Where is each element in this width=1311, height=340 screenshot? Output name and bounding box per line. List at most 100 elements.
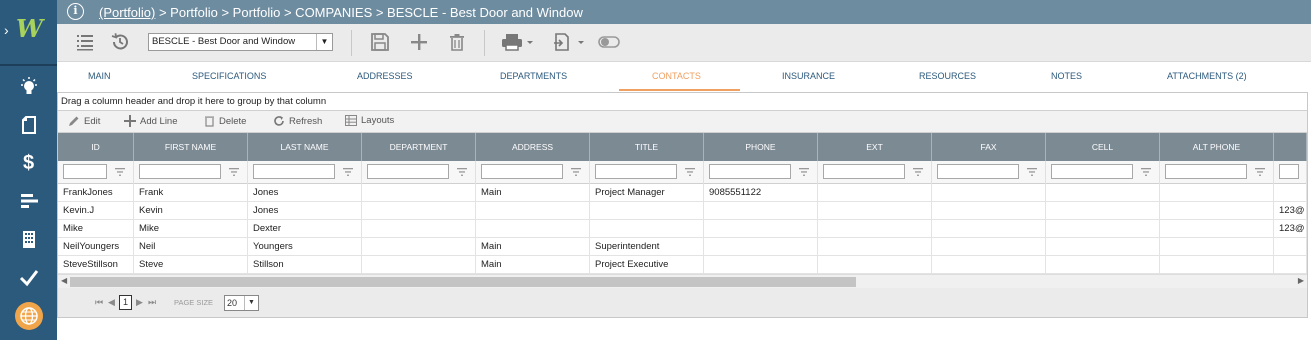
table-cell[interactable]: FrankJones (58, 184, 134, 202)
scroll-left-arrow-icon[interactable]: ◀ (61, 276, 67, 285)
history-button[interactable] (108, 30, 132, 54)
table-cell[interactable] (818, 202, 932, 220)
tab-addresses[interactable]: ADDRESSES (357, 71, 413, 81)
sidebar-item-finance[interactable]: $ (0, 144, 57, 182)
print-button[interactable] (500, 30, 536, 54)
table-cell[interactable]: Steve (134, 256, 248, 274)
table-cell[interactable] (1160, 220, 1274, 238)
table-cell[interactable] (590, 220, 704, 238)
table-cell[interactable]: SteveStillson (58, 256, 134, 274)
table-cell[interactable]: Main (476, 184, 590, 202)
scrollbar-thumb[interactable] (70, 277, 856, 287)
save-button[interactable] (368, 30, 392, 54)
filter-icon[interactable] (912, 166, 924, 178)
sidebar-item-documents[interactable] (0, 106, 57, 144)
table-cell[interactable]: Main (476, 256, 590, 274)
expand-chevron-icon[interactable]: › (4, 22, 9, 38)
table-cell[interactable] (1274, 256, 1307, 274)
next-page-icon[interactable]: ▶ (136, 297, 143, 308)
table-cell[interactable]: Mike (58, 220, 134, 238)
column-header[interactable]: ID (58, 133, 134, 161)
table-cell[interactable] (362, 184, 476, 202)
table-cell[interactable]: 123@ (1274, 202, 1307, 220)
table-row[interactable]: Kevin.J Kevin Jones 123@ (58, 202, 1307, 220)
filter-icon[interactable] (1026, 166, 1038, 178)
tab-departments[interactable]: DEPARTMENTS (500, 71, 567, 81)
table-cell[interactable] (1160, 238, 1274, 256)
table-cell[interactable] (818, 220, 932, 238)
table-cell[interactable]: Dexter (248, 220, 362, 238)
toggle-switch[interactable] (597, 30, 621, 54)
filter-icon[interactable] (1140, 166, 1152, 178)
table-cell[interactable]: Kevin.J (58, 202, 134, 220)
table-cell[interactable]: Kevin (134, 202, 248, 220)
column-filter-input[interactable] (139, 164, 221, 179)
table-cell[interactable] (932, 238, 1046, 256)
table-cell[interactable]: Project Manager (590, 184, 704, 202)
table-cell[interactable] (932, 256, 1046, 274)
tab-attachments[interactable]: ATTACHMENTS (2) (1167, 71, 1247, 81)
table-cell[interactable] (1160, 184, 1274, 202)
table-cell[interactable]: Jones (248, 202, 362, 220)
column-filter-input[interactable] (1279, 164, 1299, 179)
table-row[interactable]: FrankJones Frank Jones Main Project Manager 9… (58, 184, 1307, 202)
table-cell[interactable] (1046, 256, 1160, 274)
sidebar-item-schedule[interactable] (0, 182, 57, 220)
previous-page-icon[interactable]: ◀ (108, 297, 115, 308)
tab-notes[interactable]: NOTES (1051, 71, 1082, 81)
table-cell[interactable] (1160, 202, 1274, 220)
table-cell[interactable]: Stillson (248, 256, 362, 274)
table-cell[interactable]: Main (476, 238, 590, 256)
group-by-drop-zone[interactable]: Drag a column header and drop it here to… (58, 93, 1307, 111)
column-filter-input[interactable] (709, 164, 791, 179)
table-cell[interactable] (818, 184, 932, 202)
column-filter-input[interactable] (1051, 164, 1133, 179)
filter-icon[interactable] (798, 166, 810, 178)
tab-resources[interactable]: RESOURCES (919, 71, 976, 81)
table-cell[interactable] (590, 202, 704, 220)
table-cell[interactable] (476, 220, 590, 238)
table-row[interactable]: SteveStillson Steve Stillson Main Project Ex… (58, 256, 1307, 274)
column-filter-input[interactable] (481, 164, 563, 179)
app-logo[interactable]: › W (0, 0, 57, 64)
delete-button[interactable] (445, 30, 469, 54)
table-cell[interactable] (704, 220, 818, 238)
column-filter-input[interactable] (253, 164, 335, 179)
table-cell[interactable] (362, 202, 476, 220)
info-icon[interactable]: i (67, 3, 84, 20)
horizontal-scrollbar[interactable]: ◀ ▶ (58, 274, 1307, 288)
table-cell[interactable] (818, 238, 932, 256)
table-row[interactable]: Mike Mike Dexter 123@ (58, 220, 1307, 238)
edit-button[interactable]: Edit (68, 115, 100, 127)
column-filter-input[interactable] (367, 164, 449, 179)
column-header[interactable]: DEPARTMENT (362, 133, 476, 161)
layouts-button[interactable]: Layouts (345, 115, 394, 126)
column-header[interactable]: EXT (818, 133, 932, 161)
table-cell[interactable] (704, 202, 818, 220)
table-cell[interactable] (932, 220, 1046, 238)
filter-icon[interactable] (684, 166, 696, 178)
refresh-button[interactable]: Refresh (273, 115, 322, 127)
table-cell[interactable] (1046, 202, 1160, 220)
page-size-select[interactable]: 20 ▼ (224, 295, 259, 311)
table-cell[interactable] (704, 238, 818, 256)
sidebar-item-portfolio[interactable] (0, 297, 57, 335)
table-cell[interactable]: Superintendent (590, 238, 704, 256)
filter-icon[interactable] (342, 166, 354, 178)
sidebar-item-tasks[interactable] (0, 258, 57, 296)
table-cell[interactable] (704, 256, 818, 274)
sidebar-item-ideas[interactable] (0, 68, 57, 106)
filter-icon[interactable] (228, 166, 240, 178)
scroll-right-arrow-icon[interactable]: ▶ (1298, 276, 1304, 285)
table-row[interactable]: NeilYoungers Neil Youngers Main Superintende… (58, 238, 1307, 256)
column-header[interactable]: CELL (1046, 133, 1160, 161)
tab-insurance[interactable]: INSURANCE (782, 71, 835, 81)
tab-main[interactable]: MAIN (88, 71, 111, 81)
record-select[interactable]: BESCLE - Best Door and Window ▼ (148, 33, 333, 51)
column-filter-input[interactable] (1165, 164, 1247, 179)
column-header[interactable]: ADDRESS (476, 133, 590, 161)
table-cell[interactable] (1274, 184, 1307, 202)
breadcrumb-portfolio-link[interactable]: (Portfolio) (99, 5, 155, 20)
tab-specifications[interactable]: SPECIFICATIONS (192, 71, 266, 81)
table-cell[interactable]: Neil (134, 238, 248, 256)
